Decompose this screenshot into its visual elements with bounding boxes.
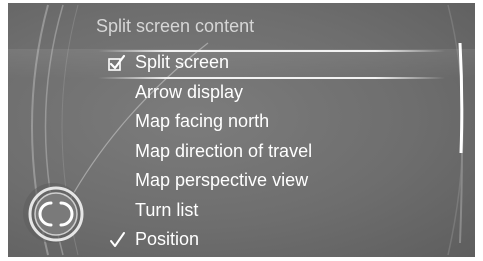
check-mark-icon [110, 232, 125, 247]
menu-item-label: Map perspective view [135, 170, 309, 190]
menu-item-map-direction-of-travel[interactable]: Map direction of travel [8, 138, 475, 168]
menu-item-label: Turn list [135, 199, 199, 220]
menu-item-label: Position [135, 229, 200, 249]
page-title: Split screen content [96, 16, 255, 36]
menu-item-label: Map facing north [135, 111, 270, 131]
menu-item-arrow-display[interactable]: Arrow display [8, 79, 475, 109]
menu-item-turn-list[interactable]: Turn list [8, 197, 475, 227]
menu-item-map-facing-north[interactable]: Map facing north [8, 108, 475, 138]
scrollbar-thumb[interactable] [456, 43, 464, 153]
menu-item-split-screen[interactable]: Split screen [8, 49, 475, 79]
menu-item-label: Split screen [135, 52, 230, 72]
split-screen-content-menu: Split screen content Split screen Arrow … [8, 3, 475, 257]
options-list: Split screen Arrow display Map facing no… [8, 49, 475, 256]
menu-item-position[interactable]: Position [8, 226, 475, 256]
menu-item-label: Map direction of travel [135, 140, 313, 161]
checkbox-checked-icon[interactable] [107, 53, 127, 73]
menu-item-label: Arrow display [135, 81, 244, 102]
menu-item-map-perspective-view[interactable]: Map perspective view [8, 167, 475, 197]
